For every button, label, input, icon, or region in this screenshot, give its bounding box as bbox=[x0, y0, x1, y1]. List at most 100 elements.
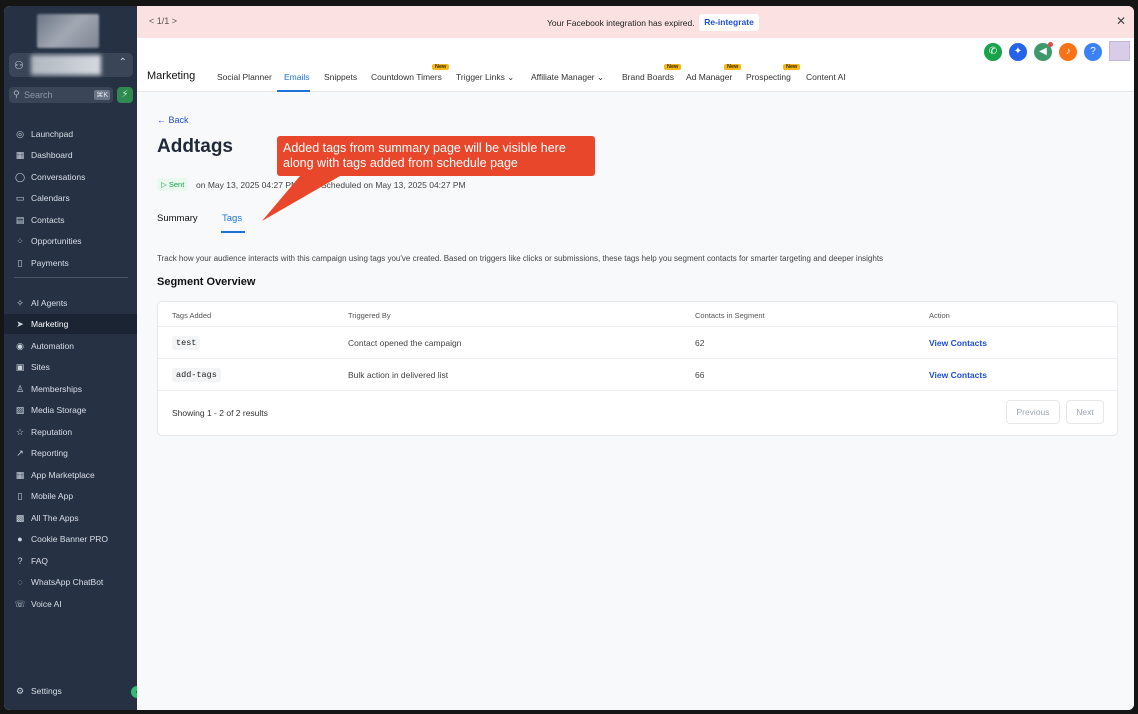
sidebar-item-calendars[interactable]: ▭ Calendars bbox=[4, 188, 137, 208]
question-icon: ? bbox=[17, 556, 23, 566]
sidebar-item-opportunities[interactable]: ⁘ Opportunities bbox=[4, 231, 137, 251]
banner-pager[interactable]: < 1/1 > bbox=[149, 16, 177, 26]
status-badge: ▷ Sent bbox=[157, 178, 189, 191]
sidebar-item-label: Calendars bbox=[31, 193, 70, 203]
sidebar-item-label: Reputation bbox=[31, 427, 73, 437]
sidebar-item-label: Media Storage bbox=[31, 405, 87, 415]
sidebar-item-faq[interactable]: ? FAQ bbox=[4, 551, 137, 571]
search-icon: ⚲ bbox=[13, 89, 20, 99]
sidebar-item-whatsapp-chatbot[interactable]: ◌ WhatsApp ChatBot bbox=[4, 572, 137, 592]
new-badge: New bbox=[783, 64, 801, 70]
reintegrate-button[interactable]: Re-integrate bbox=[699, 14, 759, 31]
tab-brand-boards[interactable]: Brand Boards bbox=[622, 72, 674, 82]
sidebar-item-label: Marketing bbox=[31, 319, 69, 329]
send-icon: ➤ bbox=[16, 318, 24, 329]
sidebar-item-launchpad[interactable]: ◎ Launchpad bbox=[4, 124, 137, 144]
tag-chip: add-tags bbox=[172, 368, 221, 382]
sidebar-item-mobile-app[interactable]: ▯ Mobile App bbox=[4, 486, 137, 506]
main-content: ← Back Addtags ▷ Sent on May 13, 2025 04… bbox=[137, 92, 1134, 710]
sidebar-item-reporting[interactable]: ↗ Reporting bbox=[4, 443, 137, 463]
sidebar-item-all-the-apps[interactable]: ▩ All The Apps bbox=[4, 508, 137, 528]
previous-button[interactable]: Previous bbox=[1006, 400, 1060, 424]
sidebar-item-conversations[interactable]: ◯ Conversations bbox=[4, 167, 137, 187]
sidebar-item-memberships[interactable]: ♙ Memberships bbox=[4, 379, 137, 399]
integration-banner: < 1/1 > Your Facebook integration has ex… bbox=[137, 6, 1134, 38]
search-input[interactable]: ⚲ Search ⌘K bbox=[9, 87, 113, 103]
sites-icon: ▣ bbox=[15, 361, 25, 372]
next-button[interactable]: Next bbox=[1066, 400, 1104, 424]
close-icon[interactable]: ✕ bbox=[1116, 14, 1126, 28]
company-logo[interactable] bbox=[37, 14, 99, 48]
annotation-callout: Added tags from summary page will be vis… bbox=[277, 136, 595, 176]
sidebar-item-payments[interactable]: ▯ Payments bbox=[4, 253, 137, 273]
tab-summary[interactable]: Summary bbox=[157, 213, 198, 224]
payments-icon: ▯ bbox=[17, 257, 23, 268]
sidebar-item-marketing[interactable]: ➤ Marketing bbox=[4, 314, 137, 334]
view-contacts-link[interactable]: View Contacts bbox=[929, 338, 987, 348]
account-switcher[interactable]: ⚇ ⌃ bbox=[9, 53, 133, 77]
screen-frame: ⚇ ⌃ ⚲ Search ⌘K ⚡ ◎ Launchpad ▦ Dashboard ◯ C… bbox=[0, 0, 1138, 714]
sidebar-item-settings[interactable]: ⚙ Settings bbox=[4, 681, 137, 701]
back-link[interactable]: ← Back bbox=[157, 115, 189, 125]
sidebar-item-automation[interactable]: ◉ Automation bbox=[4, 336, 137, 356]
sidebar-item-media-storage[interactable]: ▨ Media Storage bbox=[4, 400, 137, 420]
sparkle-icon[interactable]: ✦ bbox=[1009, 43, 1027, 61]
notification-dot bbox=[1048, 42, 1053, 47]
tab-ad-manager[interactable]: Ad Manager bbox=[686, 72, 732, 82]
avatar[interactable] bbox=[1109, 41, 1130, 61]
tab-snippets[interactable]: Snippets bbox=[324, 72, 357, 82]
sidebar-item-reputation[interactable]: ☆ Reputation bbox=[4, 422, 137, 442]
tab-affiliate-manager[interactable]: Affiliate Manager ⌄ bbox=[531, 72, 604, 83]
sidebar-item-voice-ai[interactable]: ☏ Voice AI bbox=[4, 594, 137, 614]
sidebar-item-contacts[interactable]: ▤ Contacts bbox=[4, 210, 137, 230]
sidebar-item-dashboard[interactable]: ▦ Dashboard bbox=[4, 145, 137, 165]
tab-social-planner[interactable]: Social Planner bbox=[217, 72, 272, 82]
sidebar-item-label: Mobile App bbox=[31, 491, 74, 501]
sidebar-item-label: Memberships bbox=[31, 384, 83, 394]
sidebar-item-label: Opportunities bbox=[31, 236, 82, 246]
sidebar-item-sites[interactable]: ▣ Sites bbox=[4, 357, 137, 377]
tab-tags[interactable]: Tags bbox=[222, 213, 242, 224]
mobile-icon: ▯ bbox=[17, 490, 23, 501]
sidebar: ⚇ ⌃ ⚲ Search ⌘K ⚡ ◎ Launchpad ▦ Dashboard ◯ C… bbox=[4, 6, 143, 710]
sidebar-item-label: Payments bbox=[31, 258, 69, 268]
segment-table: Tags Added Triggered By Contacts in Segm… bbox=[157, 301, 1118, 436]
sidebar-item-cookie-banner-pro[interactable]: ● Cookie Banner PRO bbox=[4, 529, 137, 549]
opportunities-icon: ⁘ bbox=[16, 235, 24, 246]
active-tab-indicator bbox=[221, 231, 245, 233]
sent-date: on May 13, 2025 04:27 PM bbox=[196, 180, 299, 190]
table-row: test Contact opened the campaign 62 View… bbox=[158, 327, 1117, 359]
sidebar-item-label: Sites bbox=[31, 362, 50, 372]
triggered-by: Contact opened the campaign bbox=[348, 338, 462, 348]
phone-icon[interactable]: ✆ bbox=[984, 43, 1002, 61]
sidebar-item-app-marketplace[interactable]: ▦ App Marketplace bbox=[4, 465, 137, 485]
tab-trigger-links[interactable]: Trigger Links ⌄ bbox=[456, 72, 514, 83]
sidebar-item-ai-agents[interactable]: ✧ AI Agents bbox=[4, 293, 137, 313]
view-contacts-link[interactable]: View Contacts bbox=[929, 370, 987, 380]
grid-icon: ▦ bbox=[15, 149, 25, 160]
help-icon[interactable]: ? bbox=[1084, 43, 1102, 61]
membership-icon: ♙ bbox=[15, 383, 25, 394]
bell-icon[interactable]: ♪ bbox=[1059, 43, 1077, 61]
new-badge: New bbox=[432, 64, 450, 70]
quick-action-bolt-icon[interactable]: ⚡ bbox=[117, 87, 133, 103]
new-badge: New bbox=[664, 64, 682, 70]
chart-line-icon: ↗ bbox=[16, 447, 24, 458]
new-badge: New bbox=[724, 64, 742, 70]
column-header: Action bbox=[929, 311, 950, 320]
sidebar-item-label: Dashboard bbox=[31, 150, 73, 160]
sidebar-item-label: Contacts bbox=[31, 215, 65, 225]
top-navigation: Marketing Social Planner Emails Snippets Co… bbox=[137, 38, 1134, 92]
tab-countdown-timers[interactable]: Countdown Timers bbox=[371, 72, 442, 82]
phone-icon: ☏ bbox=[14, 598, 26, 609]
star-icon: ☆ bbox=[15, 426, 25, 437]
sidebar-item-label: Cookie Banner PRO bbox=[31, 534, 109, 544]
apps-icon: ▦ bbox=[15, 469, 25, 480]
chat-icon: ◯ bbox=[14, 171, 26, 182]
column-header: Tags Added bbox=[172, 311, 212, 320]
tab-content-ai[interactable]: Content AI bbox=[806, 72, 846, 82]
rocket-icon: ◎ bbox=[16, 128, 24, 139]
tab-prospecting[interactable]: Prospecting bbox=[746, 72, 791, 82]
tab-emails[interactable]: Emails bbox=[284, 72, 310, 82]
sidebar-item-label: Voice AI bbox=[31, 599, 62, 609]
